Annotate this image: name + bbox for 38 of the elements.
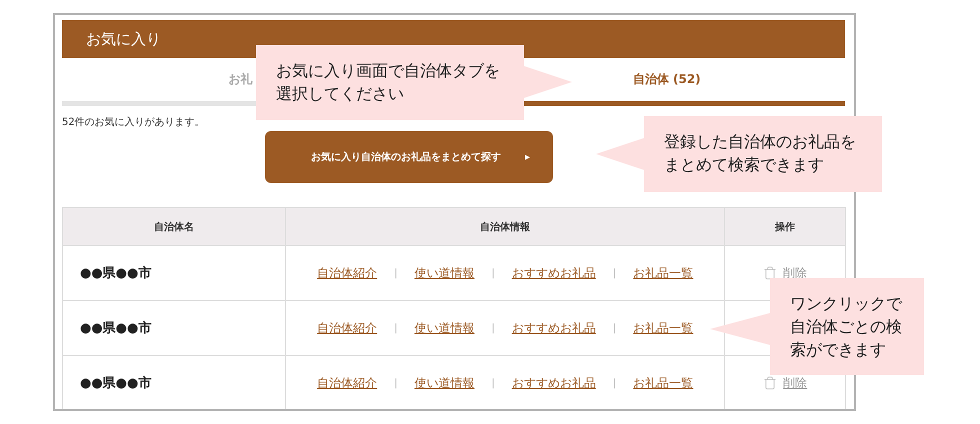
hint-tooltip: お気に入り画面で自治体タブを選択してください (256, 45, 524, 120)
municipality-name: ●●県●●市 (79, 321, 152, 336)
hint-tooltip: 登録した自治体のお礼品をまとめて検索できます (644, 116, 882, 192)
delete-link[interactable]: 削除 (783, 374, 808, 392)
favorites-count: 52件のお気に入りがあります。 (62, 116, 206, 129)
link-separator: | (491, 268, 495, 278)
column-header: 操作 (724, 208, 846, 246)
municipality-name: ●●県●●市 (79, 376, 152, 391)
search-button[interactable]: お気に入り自治体のお礼品をまとめて探す ▸ (264, 131, 552, 183)
info-link[interactable]: お礼品一覧 (633, 374, 694, 392)
municipality-name: ●●県●●市 (79, 266, 152, 281)
link-separator: | (394, 378, 398, 388)
link-separator: | (612, 268, 616, 278)
link-separator: | (394, 322, 398, 334)
info-link[interactable]: 使い道情報 (414, 264, 474, 282)
link-separator: | (491, 322, 495, 334)
info-link[interactable]: おすすめお礼品 (512, 320, 596, 336)
info-link[interactable]: 使い道情報 (414, 320, 474, 336)
info-link[interactable]: 自治体紹介 (317, 264, 378, 282)
column-header: 自治体情報 (286, 208, 725, 246)
column-header: 自治体名 (62, 208, 286, 246)
link-separator: | (612, 322, 616, 334)
link-separator: | (394, 268, 398, 278)
link-separator: | (612, 378, 616, 388)
info-link[interactable]: 自治体紹介 (317, 374, 378, 392)
info-link[interactable]: 自治体紹介 (317, 320, 378, 336)
info-link[interactable]: お礼品一覧 (633, 320, 694, 336)
callout-pointer (596, 138, 644, 170)
hint-tooltip: ワンクリックで自治体ごとの検索ができます (770, 278, 924, 375)
callout-pointer (710, 313, 770, 345)
trash-icon (763, 266, 778, 280)
info-link[interactable]: おすすめお礼品 (512, 374, 596, 392)
link-separator: | (491, 378, 495, 388)
trash-icon (763, 376, 778, 390)
info-link[interactable]: おすすめお礼品 (512, 264, 596, 282)
callout-pointer (524, 66, 572, 98)
info-link[interactable]: 使い道情報 (414, 374, 474, 392)
info-link[interactable]: お礼品一覧 (633, 264, 694, 282)
